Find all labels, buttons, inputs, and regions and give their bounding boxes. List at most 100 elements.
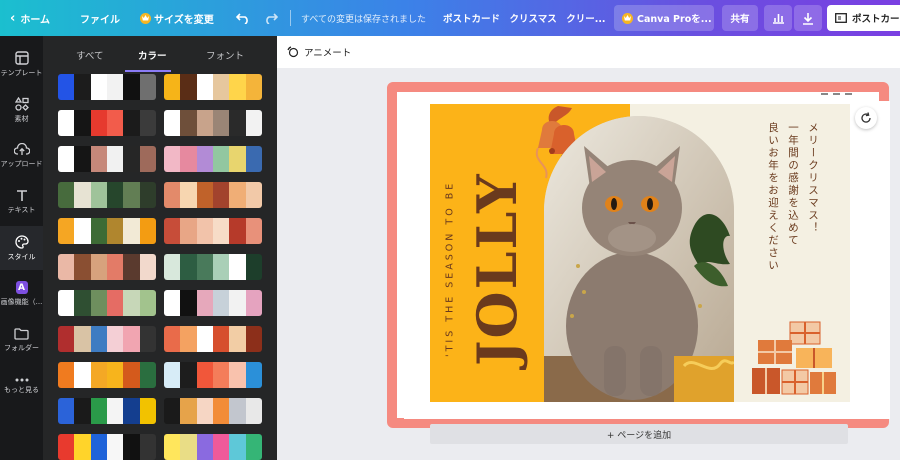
color-palette[interactable] — [164, 398, 262, 424]
tab-colors[interactable]: カラー — [138, 48, 167, 62]
color-swatch[interactable] — [139, 434, 156, 460]
color-swatch[interactable] — [139, 398, 156, 424]
color-swatch[interactable] — [74, 218, 91, 244]
color-swatch[interactable] — [123, 398, 140, 424]
add-page-button[interactable]: + ページを追加 — [430, 424, 848, 444]
color-swatch[interactable] — [229, 218, 246, 244]
color-swatch[interactable] — [196, 398, 213, 424]
color-swatch[interactable] — [164, 326, 181, 352]
color-swatch[interactable] — [74, 326, 91, 352]
color-palette[interactable] — [164, 290, 262, 316]
animate-button[interactable]: アニメート — [287, 45, 351, 59]
rail-item-styles[interactable]: スタイル — [0, 226, 43, 270]
color-swatch[interactable] — [58, 146, 75, 172]
color-swatch[interactable] — [74, 254, 91, 280]
color-swatch[interactable] — [164, 182, 181, 208]
color-swatch[interactable] — [90, 290, 107, 316]
color-swatch[interactable] — [58, 398, 75, 424]
color-swatch[interactable] — [106, 290, 124, 316]
color-swatch[interactable] — [58, 254, 75, 280]
color-swatch[interactable] — [90, 434, 107, 460]
color-swatch[interactable] — [123, 362, 140, 388]
resize-button[interactable]: サイズを変更 — [140, 0, 214, 36]
color-swatch[interactable] — [180, 254, 197, 280]
insights-button[interactable] — [764, 5, 792, 31]
color-swatch[interactable] — [196, 74, 213, 100]
color-swatch[interactable] — [212, 74, 230, 100]
color-swatch[interactable] — [245, 434, 262, 460]
rail-item-uploads[interactable]: アップロード — [0, 134, 43, 178]
download-button[interactable] — [794, 5, 822, 31]
color-swatch[interactable] — [229, 74, 246, 100]
color-swatch[interactable] — [74, 398, 91, 424]
color-swatch[interactable] — [212, 434, 230, 460]
color-swatch[interactable] — [212, 290, 230, 316]
color-swatch[interactable] — [245, 326, 262, 352]
canva-pro-button[interactable]: Canva Proを... — [614, 5, 714, 31]
color-swatch[interactable] — [90, 146, 107, 172]
color-swatch[interactable] — [58, 74, 75, 100]
color-palette[interactable] — [164, 182, 262, 208]
color-swatch[interactable] — [229, 398, 246, 424]
share-button[interactable]: 共有 — [722, 5, 758, 31]
color-swatch[interactable] — [139, 362, 156, 388]
color-swatch[interactable] — [106, 398, 124, 424]
color-swatch[interactable] — [229, 290, 246, 316]
color-swatch[interactable] — [58, 326, 75, 352]
color-swatch[interactable] — [106, 434, 124, 460]
color-swatch[interactable] — [212, 326, 230, 352]
rotate-button[interactable] — [855, 107, 877, 129]
color-palette[interactable] — [164, 434, 262, 460]
color-palette[interactable] — [58, 398, 156, 424]
color-swatch[interactable] — [180, 146, 197, 172]
color-swatch[interactable] — [123, 110, 140, 136]
color-swatch[interactable] — [58, 182, 75, 208]
color-swatch[interactable] — [245, 74, 262, 100]
home-button[interactable]: ‹ ホーム — [10, 0, 50, 36]
color-swatch[interactable] — [196, 362, 213, 388]
color-swatch[interactable] — [229, 110, 246, 136]
color-swatch[interactable] — [180, 434, 197, 460]
color-swatch[interactable] — [180, 326, 197, 352]
color-swatch[interactable] — [139, 218, 156, 244]
color-swatch[interactable] — [196, 110, 213, 136]
color-swatch[interactable] — [139, 182, 156, 208]
rail-item-ai-features[interactable]: A 画像機能（... — [0, 272, 43, 316]
color-swatch[interactable] — [58, 434, 75, 460]
color-swatch[interactable] — [229, 254, 246, 280]
color-swatch[interactable] — [245, 182, 262, 208]
color-palette[interactable] — [164, 110, 262, 136]
tab-fonts[interactable]: フォント — [206, 48, 244, 62]
color-swatch[interactable] — [196, 218, 213, 244]
rail-item-text[interactable]: テキスト — [0, 180, 43, 224]
color-swatch[interactable] — [212, 254, 230, 280]
color-swatch[interactable] — [74, 434, 91, 460]
color-swatch[interactable] — [180, 182, 197, 208]
color-palette[interactable] — [164, 74, 262, 100]
color-swatch[interactable] — [229, 182, 246, 208]
color-palette[interactable] — [164, 362, 262, 388]
color-swatch[interactable] — [212, 362, 230, 388]
color-swatch[interactable] — [139, 290, 156, 316]
color-swatch[interactable] — [196, 290, 213, 316]
color-swatch[interactable] — [74, 110, 91, 136]
color-palette[interactable] — [58, 326, 156, 352]
color-swatch[interactable] — [123, 326, 140, 352]
color-swatch[interactable] — [212, 182, 230, 208]
color-swatch[interactable] — [164, 110, 181, 136]
color-swatch[interactable] — [164, 398, 181, 424]
color-swatch[interactable] — [123, 290, 140, 316]
color-swatch[interactable] — [90, 218, 107, 244]
color-swatch[interactable] — [164, 254, 181, 280]
color-palette[interactable] — [58, 182, 156, 208]
color-swatch[interactable] — [123, 182, 140, 208]
rail-item-folders[interactable]: フォルダー — [0, 318, 43, 362]
color-swatch[interactable] — [106, 326, 124, 352]
color-swatch[interactable] — [74, 146, 91, 172]
color-swatch[interactable] — [58, 110, 75, 136]
color-swatch[interactable] — [58, 290, 75, 316]
color-swatch[interactable] — [123, 218, 140, 244]
color-swatch[interactable] — [245, 362, 262, 388]
color-swatch[interactable] — [180, 362, 197, 388]
color-swatch[interactable] — [58, 218, 75, 244]
